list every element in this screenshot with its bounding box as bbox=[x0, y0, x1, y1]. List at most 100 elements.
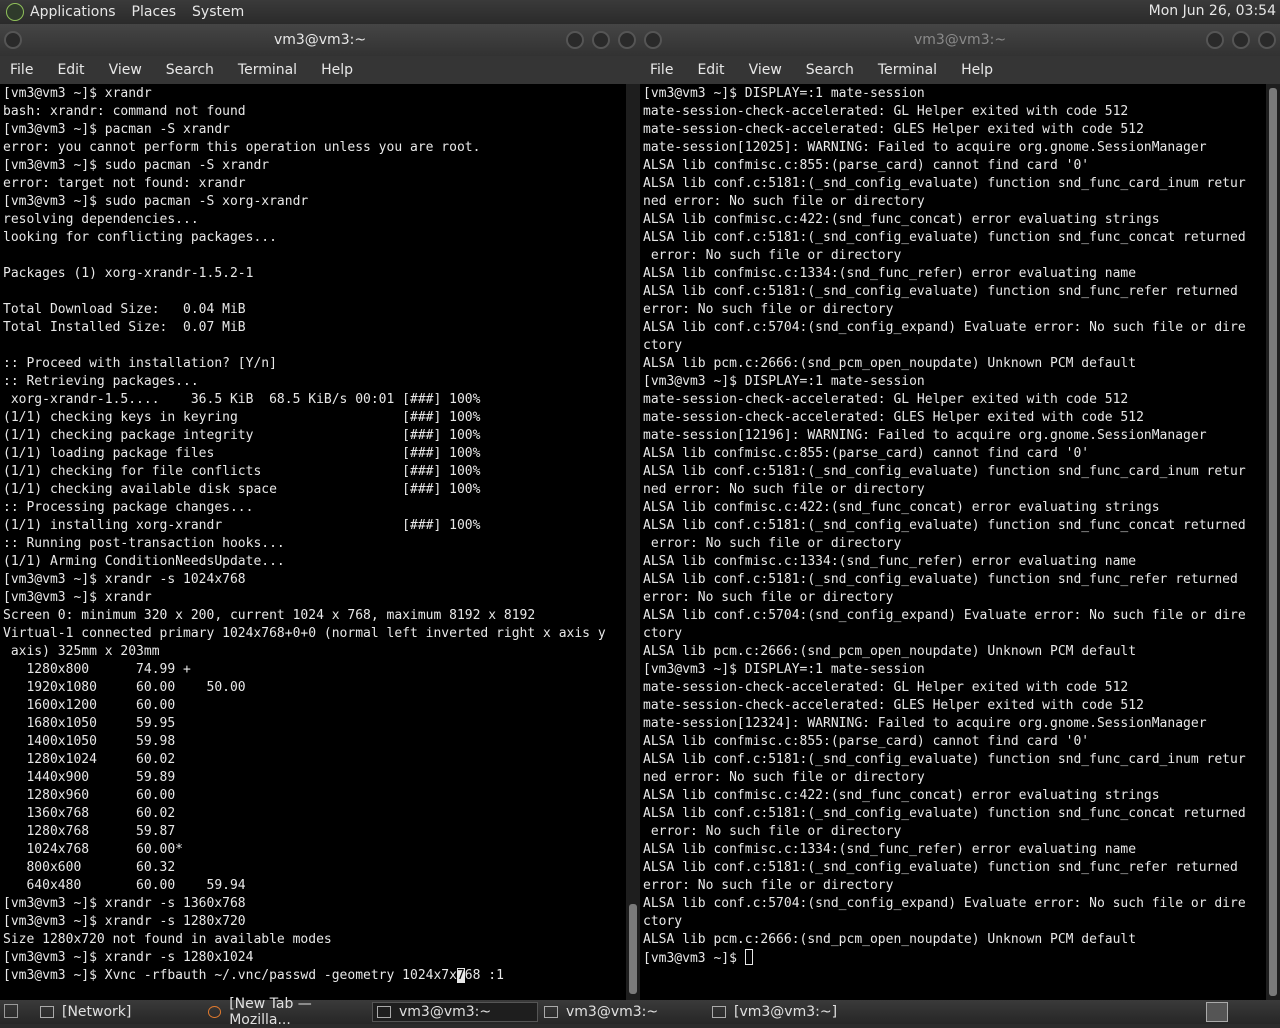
terminal-line: [vm3@vm3 ~]$ sudo pacman -S xrandr bbox=[3, 158, 270, 173]
text-cursor: 7 bbox=[456, 968, 465, 983]
terminal-line: ctory bbox=[643, 626, 683, 641]
minimize-icon[interactable] bbox=[566, 31, 584, 49]
terminal-line: :: Running post-transaction hooks... bbox=[3, 536, 285, 551]
left-scrollbar[interactable] bbox=[626, 84, 640, 1000]
left-scrollbar-thumb[interactable] bbox=[629, 904, 637, 994]
terminal-line: :: Processing package changes... bbox=[3, 500, 254, 515]
menu-file[interactable]: File bbox=[10, 62, 33, 78]
terminal-line: ALSA lib conf.c:5181:(_snd_config_evalua… bbox=[643, 284, 1238, 299]
terminal-line: ALSA lib conf.c:5181:(_snd_config_evalua… bbox=[643, 518, 1246, 533]
close-icon[interactable] bbox=[1258, 31, 1276, 49]
terminal-line: Screen 0: minimum 320 x 200, current 102… bbox=[3, 608, 536, 623]
menu-view[interactable]: View bbox=[749, 62, 782, 78]
terminal-line: ALSA lib pcm.c:2666:(snd_pcm_open_noupda… bbox=[643, 356, 1137, 371]
terminal-line: ALSA lib conf.c:5181:(_snd_config_evalua… bbox=[643, 176, 1246, 191]
terminal-line: [vm3@vm3 ~]$ xrandr bbox=[3, 590, 152, 605]
terminal-icon bbox=[712, 1006, 726, 1018]
terminal-line: (1/1) checking available disk space [###… bbox=[3, 482, 481, 497]
mate-logo-icon[interactable] bbox=[6, 3, 24, 21]
terminal-line: ALSA lib pcm.c:2666:(snd_pcm_open_noupda… bbox=[643, 932, 1137, 947]
left-window-title: vm3@vm3:~ bbox=[273, 32, 367, 48]
terminal-line: [vm3@vm3 ~]$ sudo pacman -S xorg-xrandr bbox=[3, 194, 309, 209]
menu-view[interactable]: View bbox=[109, 62, 142, 78]
minimize-icon[interactable] bbox=[1206, 31, 1224, 49]
menu-help[interactable]: Help bbox=[321, 62, 353, 78]
terminal-command-line: [vm3@vm3 ~]$ Xvnc -rfbauth ~/.vnc/passwd… bbox=[3, 968, 504, 983]
maximize-icon[interactable] bbox=[1232, 31, 1250, 49]
terminal-line: error: No such file or directory bbox=[643, 878, 894, 893]
right-scrollbar-thumb[interactable] bbox=[1269, 88, 1277, 996]
terminal-line: 1280x1024 60.02 bbox=[3, 752, 176, 767]
clock[interactable]: Mon Jun 26, 03:54 bbox=[1149, 3, 1276, 19]
terminal-line: ALSA lib conf.c:5181:(_snd_config_evalua… bbox=[643, 230, 1246, 245]
terminal-line: Total Installed Size: 0.07 MiB bbox=[3, 320, 246, 335]
terminal-line: 1920x1080 60.00 50.00 bbox=[3, 680, 246, 695]
terminal-line: error: No such file or directory bbox=[643, 824, 902, 839]
terminal-line: 640x480 60.00 59.94 bbox=[3, 878, 246, 893]
terminal-line: ctory bbox=[643, 338, 683, 353]
workspace-switcher[interactable] bbox=[1206, 1002, 1228, 1022]
task-label: [vm3@vm3:~] bbox=[734, 1004, 838, 1020]
terminal-line: mate-session-check-accelerated: GL Helpe… bbox=[643, 392, 1129, 407]
task-network[interactable]: [Network] bbox=[40, 1002, 200, 1022]
right-window-title: vm3@vm3:~ bbox=[913, 32, 1007, 48]
terminal-line: [vm3@vm3 ~]$ DISPLAY=:1 mate-session bbox=[643, 86, 925, 101]
terminal-line: 1280x800 74.99 + bbox=[3, 662, 191, 677]
terminal-line: ALSA lib confmisc.c:1334:(snd_func_refer… bbox=[643, 842, 1137, 857]
menu-edit[interactable]: Edit bbox=[697, 62, 724, 78]
terminal-line: Virtual-1 connected primary 1024x768+0+0… bbox=[3, 626, 606, 641]
terminal-line: ALSA lib confmisc.c:422:(snd_func_concat… bbox=[643, 500, 1160, 515]
menu-applications[interactable]: Applications bbox=[30, 4, 116, 20]
maximize-icon[interactable] bbox=[592, 31, 610, 49]
terminal-line: Packages (1) xorg-xrandr-1.5.2-1 bbox=[3, 266, 254, 281]
firefox-icon bbox=[208, 1006, 222, 1018]
terminal-line: ALSA lib conf.c:5704:(snd_config_expand)… bbox=[643, 320, 1246, 335]
terminal-line: ALSA lib conf.c:5181:(_snd_config_evalua… bbox=[643, 464, 1246, 479]
task-terminal-2[interactable]: vm3@vm3:~ bbox=[544, 1002, 704, 1022]
menu-terminal[interactable]: Terminal bbox=[878, 62, 937, 78]
task-terminal-1[interactable]: vm3@vm3:~ bbox=[372, 1002, 538, 1022]
terminal-line: xorg-xrandr-1.5.... 36.5 KiB 68.5 KiB/s … bbox=[3, 392, 481, 407]
terminal-line: 1024x768 60.00* bbox=[3, 842, 184, 857]
terminal-line: ALSA lib confmisc.c:1334:(snd_func_refer… bbox=[643, 554, 1137, 569]
terminal-line: error: No such file or directory bbox=[643, 248, 902, 263]
menu-search[interactable]: Search bbox=[806, 62, 854, 78]
terminal-line: (1/1) checking for file conflicts [###] … bbox=[3, 464, 481, 479]
text-cursor bbox=[744, 949, 753, 965]
left-terminal-window: vm3@vm3:~ File Edit View Search Terminal… bbox=[0, 24, 640, 1000]
task-terminal-3[interactable]: [vm3@vm3:~] bbox=[712, 1002, 872, 1022]
task-label: vm3@vm3:~ bbox=[399, 1004, 492, 1020]
terminal-line: ALSA lib confmisc.c:422:(snd_func_concat… bbox=[643, 788, 1160, 803]
terminal-line: mate-session-check-accelerated: GLES Hel… bbox=[643, 122, 1144, 137]
terminal-line: mate-session-check-accelerated: GL Helpe… bbox=[643, 104, 1129, 119]
right-terminal-output[interactable]: [vm3@vm3 ~]$ DISPLAY=:1 mate-session mate… bbox=[640, 84, 1266, 1000]
terminal-line: bash: xrandr: command not found bbox=[3, 104, 246, 119]
window-menu-icon[interactable] bbox=[644, 31, 662, 49]
right-scrollbar[interactable] bbox=[1266, 84, 1280, 1000]
terminal-line: (1/1) Arming ConditionNeedsUpdate... bbox=[3, 554, 285, 569]
menu-help[interactable]: Help bbox=[961, 62, 993, 78]
close-icon[interactable] bbox=[618, 31, 636, 49]
terminal-line: Size 1280x720 not found in available mod… bbox=[3, 932, 332, 947]
left-window-titlebar[interactable]: vm3@vm3:~ bbox=[0, 24, 640, 56]
menu-edit[interactable]: Edit bbox=[57, 62, 84, 78]
task-firefox[interactable]: [New Tab — Mozilla... bbox=[208, 996, 368, 1028]
terminal-line: ALSA lib confmisc.c:855:(parse_card) can… bbox=[643, 734, 1090, 749]
menu-system[interactable]: System bbox=[192, 4, 244, 20]
task-label: vm3@vm3:~ bbox=[566, 1004, 659, 1020]
terminal-line: error: No such file or directory bbox=[643, 302, 894, 317]
menu-file[interactable]: File bbox=[650, 62, 673, 78]
window-menu-icon[interactable] bbox=[4, 31, 22, 49]
task-label: [Network] bbox=[62, 1004, 132, 1020]
menu-terminal[interactable]: Terminal bbox=[238, 62, 297, 78]
show-desktop-icon[interactable] bbox=[4, 1004, 18, 1018]
menu-search[interactable]: Search bbox=[166, 62, 214, 78]
terminal-line: (1/1) installing xorg-xrandr [###] 100% bbox=[3, 518, 481, 533]
terminal-line: mate-session-check-accelerated: GL Helpe… bbox=[643, 680, 1129, 695]
right-window-titlebar[interactable]: vm3@vm3:~ bbox=[640, 24, 1280, 56]
left-terminal-output[interactable]: [vm3@vm3 ~]$ xrandr bash: xrandr: command… bbox=[0, 84, 624, 1000]
terminal-line: error: target not found: xrandr bbox=[3, 176, 246, 191]
menu-places[interactable]: Places bbox=[132, 4, 177, 20]
